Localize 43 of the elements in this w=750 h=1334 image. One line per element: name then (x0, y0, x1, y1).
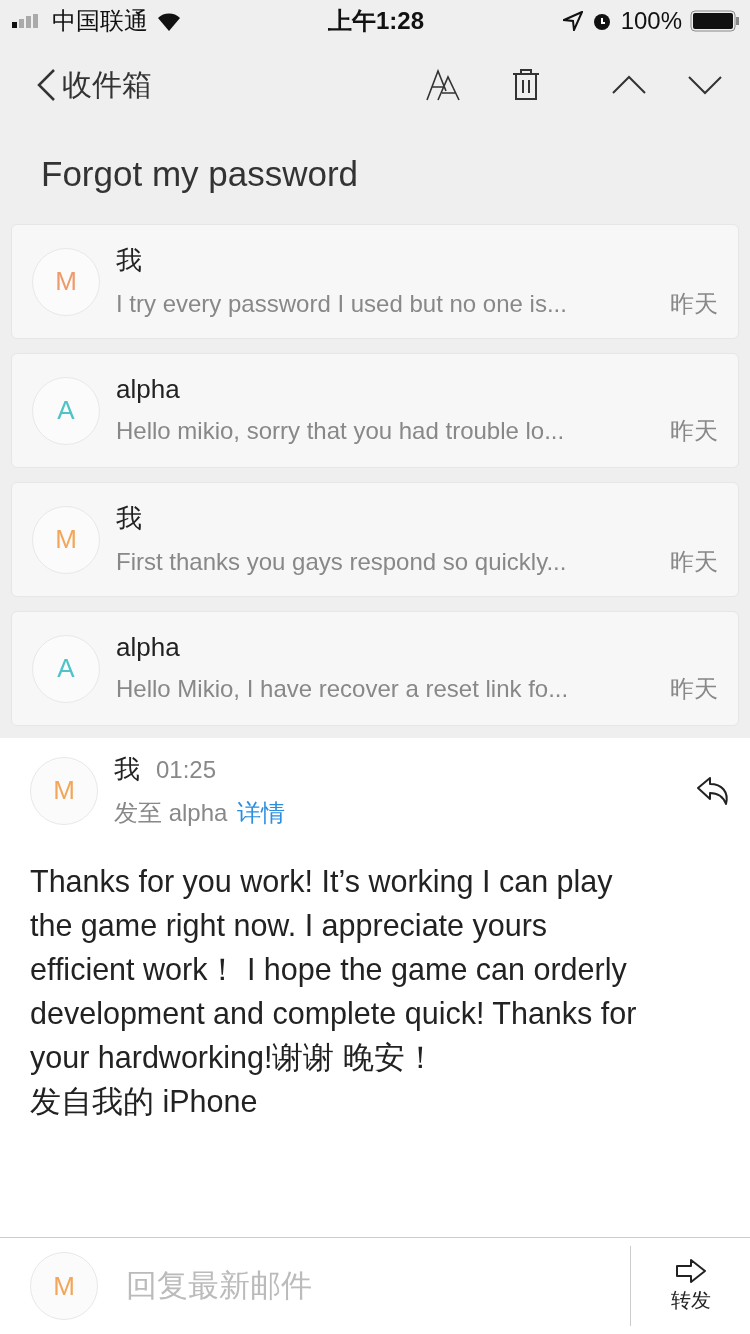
avatar: M (32, 505, 100, 574)
avatar: M (30, 1252, 98, 1320)
message-date: 昨天 (670, 674, 718, 704)
sender-name: 我 (116, 502, 143, 535)
avatar: M (30, 756, 98, 825)
message-preview: I try every password I used but no one is... (116, 290, 567, 318)
recipient-text: 发至 alpha (114, 798, 228, 828)
reply-button[interactable] (696, 775, 730, 806)
message-preview: Hello Mikio, I have recover a reset link fo... (116, 675, 569, 703)
thread-message-card[interactable]: M 我 I try every password I used but no one is... 昨天 (11, 224, 739, 339)
battery-icon (690, 10, 740, 32)
font-size-button[interactable] (426, 69, 462, 101)
battery-percent: 100% (620, 7, 682, 35)
message-time: 01:25 (156, 755, 217, 784)
wifi-icon (156, 11, 182, 31)
delete-button[interactable] (512, 68, 540, 102)
location-icon (562, 11, 583, 31)
message-date: 昨天 (670, 289, 718, 319)
message-preview: Hello mikio, sorry that you had trouble lo... (116, 417, 565, 445)
sender-name: 我 (114, 753, 140, 786)
next-button[interactable] (688, 75, 722, 95)
thread-message-card[interactable]: A alpha Hello mikio, sorry that you had trouble lo... 昨天 (11, 353, 739, 468)
message-preview: First thanks you gays respond so quickly... (116, 548, 567, 576)
status-time: 上午1:28 (328, 6, 425, 36)
message-body: Thanks for you work! It’s working I can play the game right now. I appreciate yours efficient work！ I hope the game can orderly development and complete quick! Thanks for your hardworking!谢谢 晚安！ 发自我的 iPhone (30, 863, 638, 1120)
forward-button[interactable]: 转发 (630, 1246, 750, 1326)
message-date: 昨天 (670, 547, 718, 577)
sender-name: 我 (116, 244, 143, 277)
carrier-name: 中国联通 (52, 6, 148, 36)
previous-button[interactable] (612, 75, 646, 95)
sender-name: alpha (116, 374, 181, 405)
forward-arrow-icon (674, 1258, 707, 1283)
message-date: 昨天 (670, 416, 718, 446)
thread-message-card[interactable]: A alpha Hello Mikio, I have recover a reset link fo... 昨天 (11, 611, 739, 726)
back-chevron-icon (36, 68, 56, 102)
back-button[interactable]: 收件箱 (36, 64, 152, 106)
sender-name: alpha (116, 632, 181, 663)
email-subject: Forgot my password (41, 154, 360, 194)
avatar: M (32, 247, 100, 316)
reply-field[interactable]: 回复最新邮件 (124, 1267, 604, 1305)
avatar: A (32, 376, 100, 445)
thread-message-card[interactable]: M 我 First thanks you gays respond so quickly... 昨天 (11, 482, 739, 597)
avatar: A (32, 634, 100, 703)
